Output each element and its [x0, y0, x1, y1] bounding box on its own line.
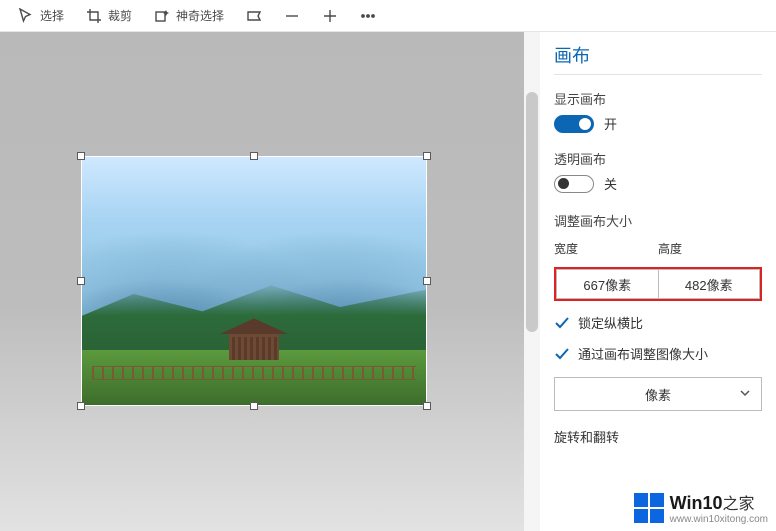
show-canvas-state: 开: [604, 114, 617, 133]
height-input[interactable]: 482像素: [659, 269, 761, 299]
width-input[interactable]: 667像素: [556, 269, 659, 299]
check-icon: [554, 346, 570, 362]
chevron-down-icon: [739, 387, 751, 402]
size-input-highlight: 667像素 482像素: [554, 267, 762, 301]
zoom-in-button[interactable]: [312, 6, 348, 26]
panel-title: 画布: [554, 42, 762, 75]
select-tool[interactable]: 选择: [8, 5, 74, 26]
plus-icon: [322, 8, 338, 24]
magic-select-tool[interactable]: 神奇选择: [144, 5, 234, 26]
canvas-selection[interactable]: [82, 157, 426, 405]
select-label: 选择: [40, 7, 64, 24]
windows-logo-icon: [634, 493, 664, 523]
watermark-brand-secondary: 之家: [722, 496, 754, 513]
canvas-image: [82, 157, 426, 405]
magic-select-label: 神奇选择: [176, 7, 224, 24]
canvas-scrollbar[interactable]: [524, 32, 540, 531]
zoom-out-button[interactable]: [274, 6, 310, 26]
resize-handle-top[interactable]: [250, 152, 258, 160]
resize-handle-bottom[interactable]: [250, 402, 258, 410]
resize-handle-right[interactable]: [423, 277, 431, 285]
toolbar: 选择 裁剪 神奇选择: [0, 0, 776, 32]
resize-handle-top-right[interactable]: [423, 152, 431, 160]
more-tool[interactable]: [350, 6, 386, 26]
resize-handle-bottom-right[interactable]: [423, 402, 431, 410]
show-canvas-toggle[interactable]: [554, 115, 594, 133]
main-area: 画布 显示画布 开 透明画布 关 调整画布大小 宽度 高度 667像素 482像…: [0, 32, 776, 531]
watermark: Win10之家 www.win10xitong.com: [634, 490, 768, 525]
transparent-canvas-toggle[interactable]: [554, 175, 594, 193]
flag-icon: [246, 8, 262, 24]
resize-handle-top-left[interactable]: [77, 152, 85, 160]
canvas-panel: 画布 显示画布 开 透明画布 关 调整画布大小 宽度 高度 667像素 482像…: [540, 32, 776, 531]
unit-select[interactable]: 像素: [554, 377, 762, 411]
scrollbar-thumb[interactable]: [526, 92, 538, 332]
rotate-flip-label: 旋转和翻转: [554, 427, 762, 446]
crop-icon: [86, 8, 102, 24]
show-canvas-label: 显示画布: [554, 89, 762, 108]
check-icon: [554, 315, 570, 331]
resize-image-with-canvas-label: 通过画布调整图像大小: [578, 344, 708, 363]
height-label: 高度: [658, 240, 762, 257]
resize-handle-left[interactable]: [77, 277, 85, 285]
watermark-url: www.win10xitong.com: [670, 514, 768, 525]
watermark-brand-primary: Win10: [670, 493, 723, 513]
unit-select-value: 像素: [645, 385, 671, 404]
crop-label: 裁剪: [108, 7, 132, 24]
crop-tool[interactable]: 裁剪: [76, 5, 142, 26]
resize-image-with-canvas-checkbox[interactable]: 通过画布调整图像大小: [554, 344, 762, 363]
canvas-area[interactable]: [0, 32, 524, 531]
width-label: 宽度: [554, 240, 658, 257]
resize-canvas-label: 调整画布大小: [554, 211, 762, 230]
transparent-canvas-label: 透明画布: [554, 149, 762, 168]
lock-aspect-label: 锁定纵横比: [578, 313, 643, 332]
lock-aspect-checkbox[interactable]: 锁定纵横比: [554, 313, 762, 332]
minus-icon: [284, 8, 300, 24]
resize-handle-bottom-left[interactable]: [77, 402, 85, 410]
ellipsis-icon: [360, 8, 376, 24]
magic-select-icon: [154, 8, 170, 24]
flag-tool[interactable]: [236, 6, 272, 26]
cursor-icon: [18, 8, 34, 24]
transparent-canvas-state: 关: [604, 174, 617, 193]
